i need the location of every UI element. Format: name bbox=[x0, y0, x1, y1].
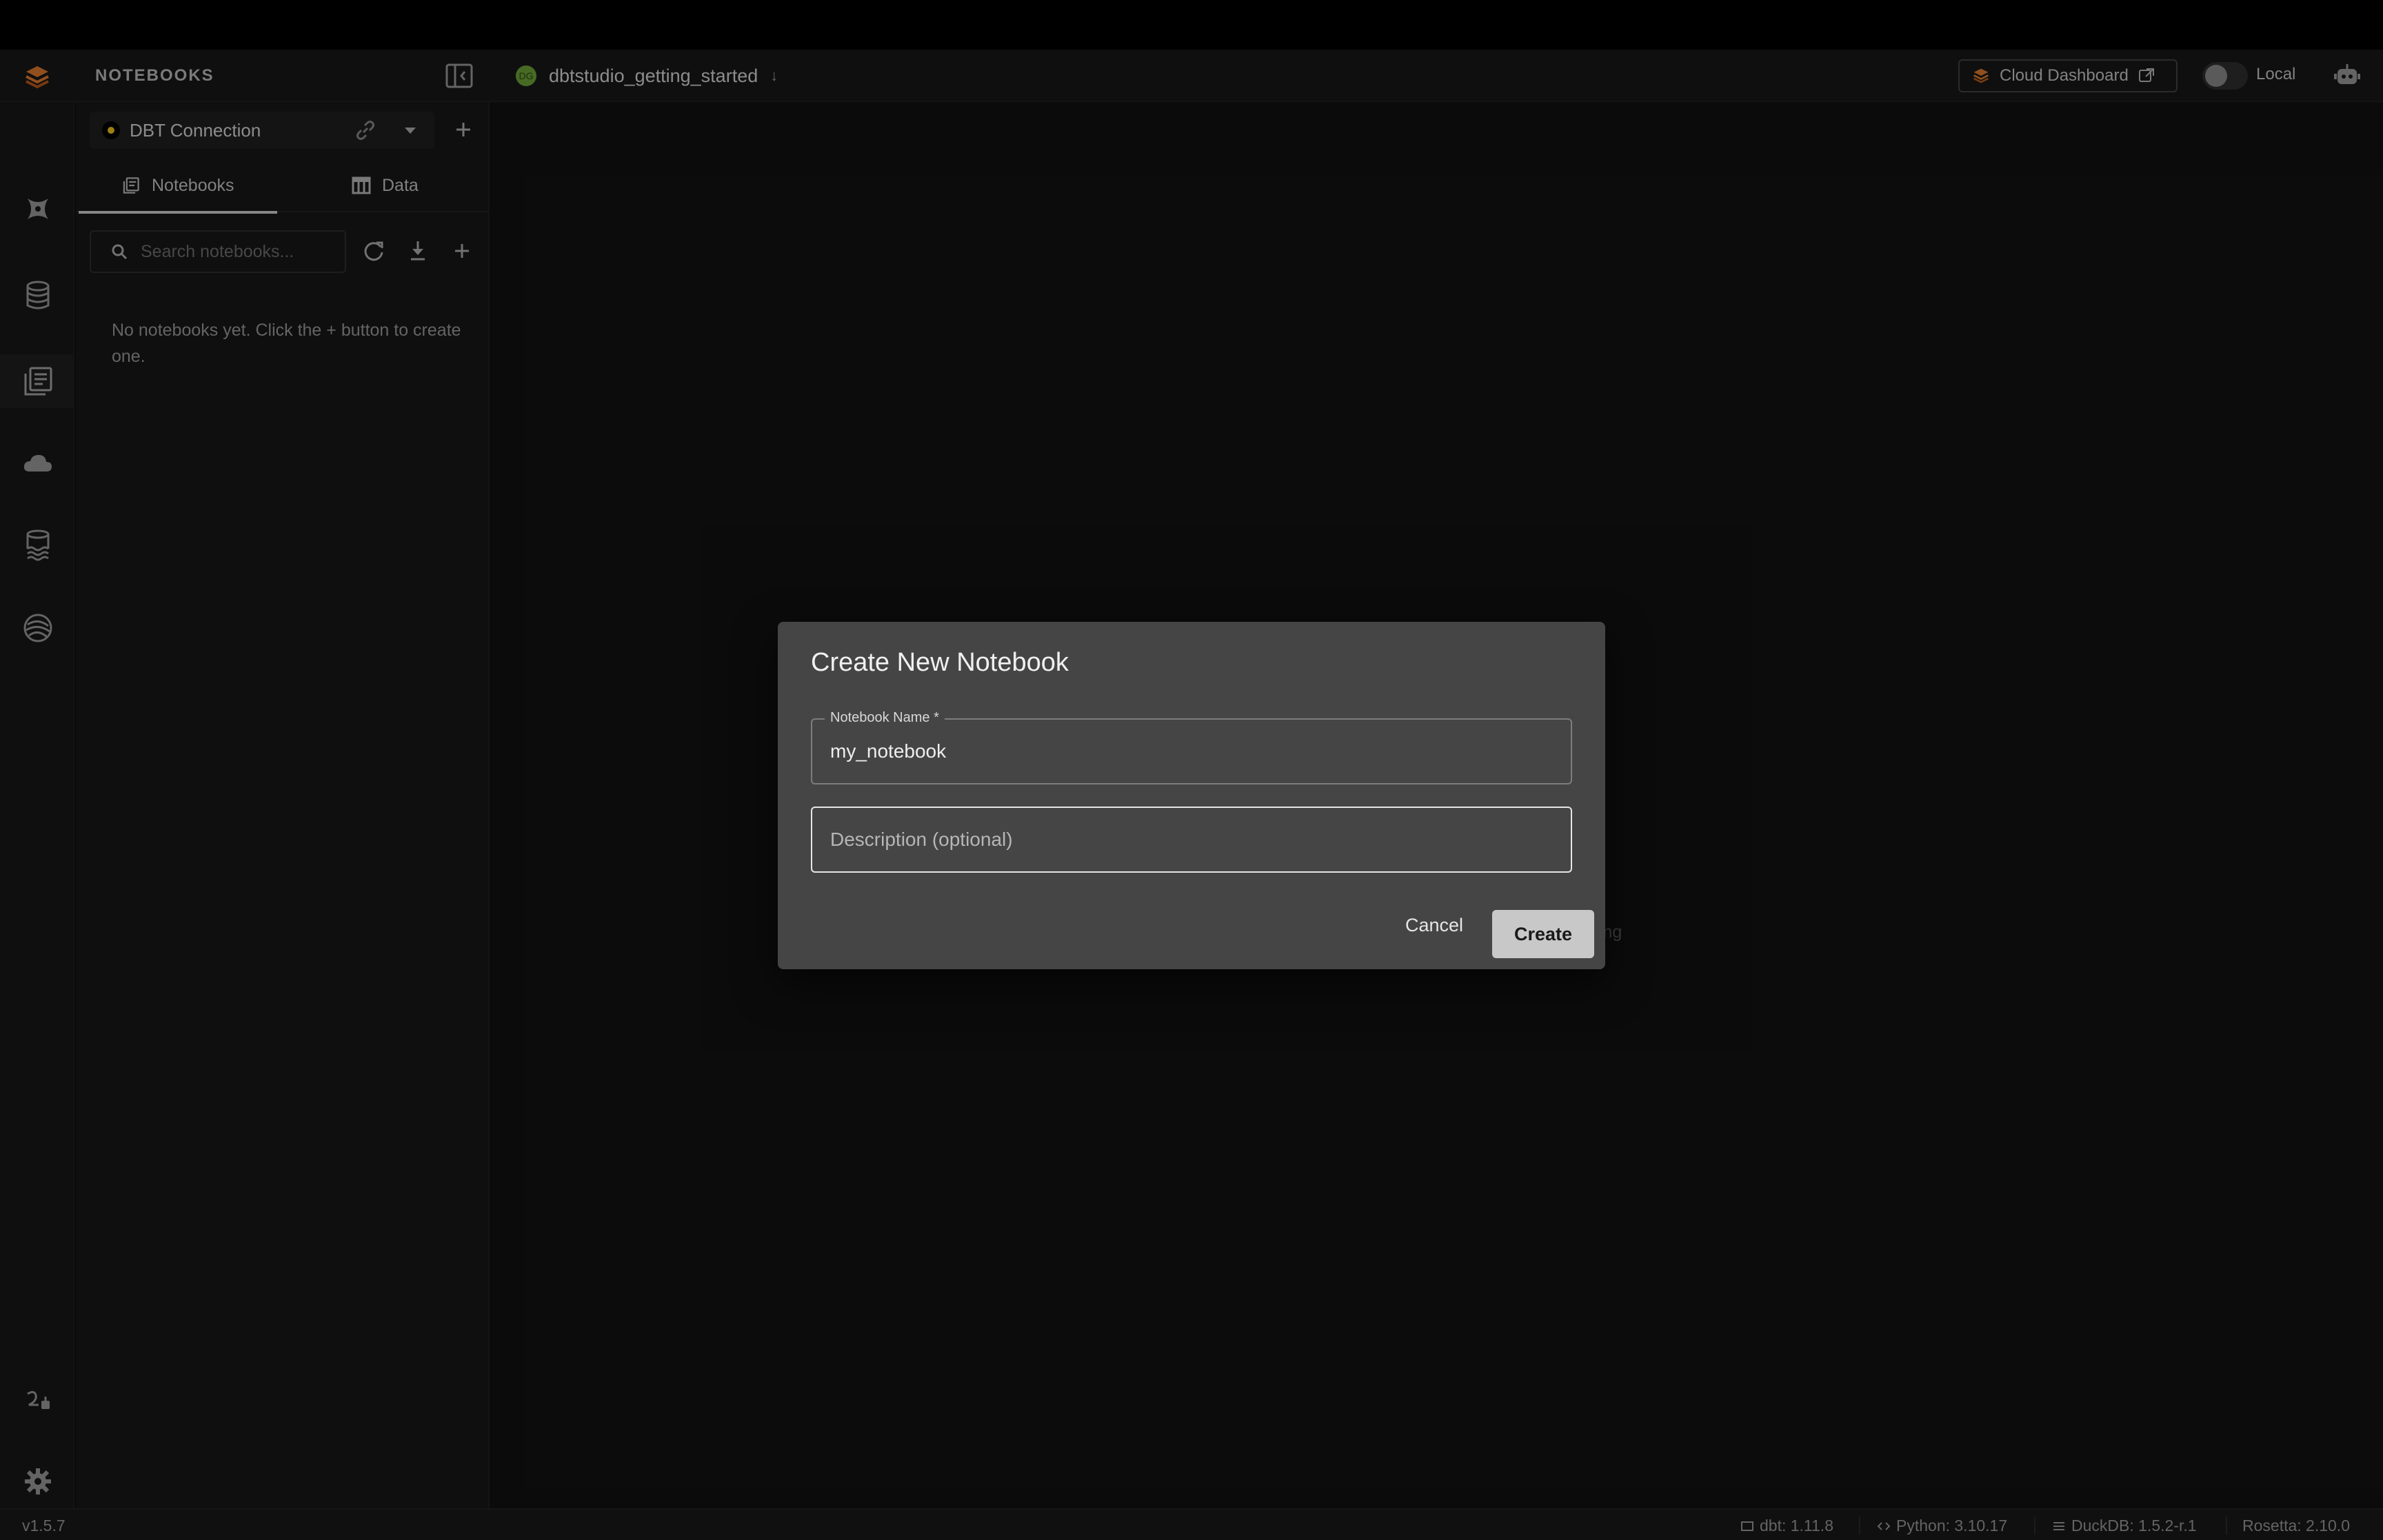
description-input[interactable] bbox=[830, 808, 1561, 871]
description-field bbox=[811, 807, 1572, 873]
notebook-name-input[interactable] bbox=[830, 720, 1561, 783]
create-button[interactable]: Create bbox=[1492, 910, 1594, 958]
cancel-button[interactable]: Cancel bbox=[1394, 904, 1474, 946]
create-notebook-dialog: Create New Notebook Notebook Name * Canc… bbox=[778, 622, 1605, 969]
notebook-name-field: Notebook Name * bbox=[811, 710, 1572, 784]
dialog-title: Create New Notebook bbox=[811, 648, 1069, 677]
